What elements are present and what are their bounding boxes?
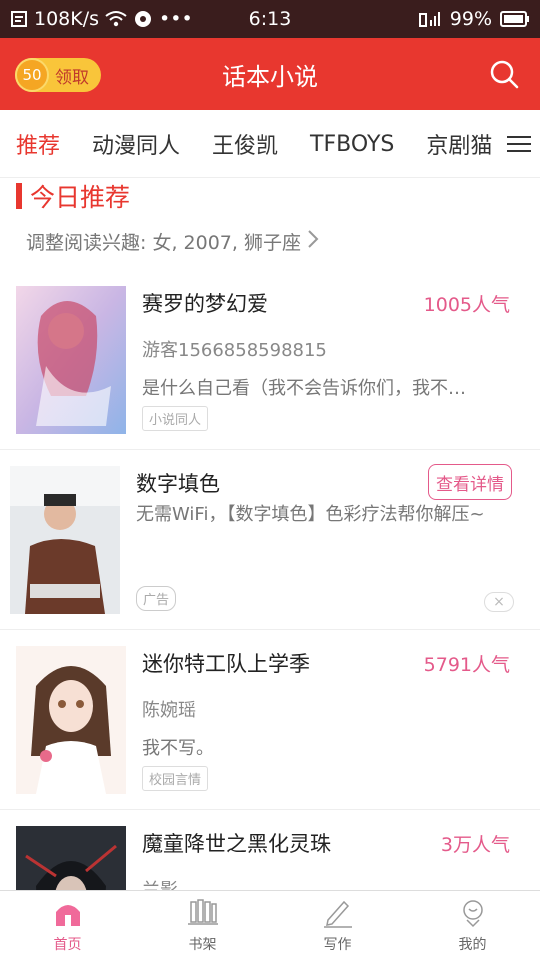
ad-item[interactable]: 数字填色 查看详情 无需WiFi，【数字填色】色彩疗法帮你解压~ 广告 ×: [0, 450, 540, 630]
list-item[interactable]: 赛罗的梦幻爱 1005人气 游客1566858598815 是什么自己看（我不会…: [0, 270, 540, 450]
more-dots: •••: [159, 8, 193, 30]
status-bar: 108K/s ••• 6:13 99%: [0, 0, 540, 38]
category-tag: 小说同人: [142, 406, 209, 431]
tab-anime-fanfic[interactable]: 动漫同人: [92, 128, 180, 160]
book-description: 是什么自己看（我不会告诉你们，我不…: [142, 378, 466, 399]
page-title: 话本小说: [222, 62, 318, 91]
bottom-navigation: 首页 书架 写作 我的: [0, 890, 540, 960]
notification-icon: [10, 10, 28, 28]
author-name: 陈婉瑶: [142, 700, 196, 721]
nav-bookshelf[interactable]: 书架: [135, 891, 270, 960]
popularity-count: 1005人气: [423, 294, 510, 316]
nav-write[interactable]: 写作: [270, 891, 405, 960]
bookshelf-icon: [187, 898, 219, 932]
nav-bookshelf-label: 书架: [188, 936, 217, 953]
book-cover-image: [16, 646, 126, 794]
wifi-icon: [105, 10, 127, 28]
home-icon: [53, 898, 83, 932]
ad-title: 数字填色: [136, 472, 220, 496]
nav-home-label: 首页: [53, 936, 82, 953]
nav-write-label: 写作: [323, 936, 352, 953]
reading-preferences-link[interactable]: 调整阅读兴趣: 女, 2007, 狮子座: [26, 228, 319, 255]
search-icon[interactable]: [488, 58, 520, 90]
list-item[interactable]: 迷你特工队上学季 5791人气 陈婉瑶 我不写。 校园言情: [0, 630, 540, 810]
section-accent-bar: [16, 183, 22, 209]
ad-description: 无需WiFi，【数字填色】色彩疗法帮你解压~: [136, 504, 485, 525]
author-name: 游客1566858598815: [142, 340, 327, 361]
nav-profile[interactable]: 我的: [405, 891, 540, 960]
close-icon[interactable]: ×: [484, 592, 514, 612]
book-cover-image: [16, 826, 126, 890]
preferences-text: 调整阅读兴趣: 女, 2007, 狮子座: [26, 232, 301, 254]
tab-wang-junkai[interactable]: 王俊凯: [212, 128, 278, 160]
pen-icon: [322, 898, 354, 932]
book-title: 魔童降世之黑化灵珠: [142, 832, 331, 856]
battery-level: 99%: [449, 8, 492, 30]
book-cover-image: [16, 286, 126, 434]
tabs-menu-icon[interactable]: [498, 110, 540, 177]
popularity-count: 3万人气: [440, 834, 510, 856]
profile-icon: [458, 898, 488, 932]
chevron-right-icon: [307, 229, 319, 254]
section-header: 今日推荐: [16, 178, 130, 214]
category-tag: 校园言情: [142, 766, 209, 791]
network-speed: 108K/s: [34, 8, 100, 30]
tab-recommend[interactable]: 推荐: [16, 128, 60, 160]
section-title: 今日推荐: [30, 183, 131, 212]
author-name: 兰影: [142, 876, 178, 890]
book-title: 赛罗的梦幻爱: [142, 292, 268, 316]
list-item[interactable]: 魔童降世之黑化灵珠 3万人气 兰影: [0, 810, 540, 890]
nav-profile-label: 我的: [458, 936, 487, 953]
view-details-button[interactable]: 查看详情: [428, 464, 512, 500]
ad-badge: 广告: [136, 586, 177, 611]
recommendation-list: 赛罗的梦幻爱 1005人气 游客1566858598815 是什么自己看（我不会…: [0, 270, 540, 890]
category-tabs: 推荐 动漫同人 王俊凯 TFBOYS 京剧猫: [0, 110, 540, 178]
sync-icon: [133, 9, 153, 29]
book-description: 我不写。: [142, 738, 214, 759]
book-title: 迷你特工队上学季: [142, 652, 310, 676]
nav-home[interactable]: 首页: [0, 891, 135, 960]
tab-jingju-cat[interactable]: 京剧猫: [426, 128, 492, 160]
battery-icon: [500, 10, 530, 28]
tab-tfboys[interactable]: TFBOYS: [310, 132, 394, 157]
ad-image: [10, 466, 120, 614]
app-header: 50 领取 话本小说: [0, 38, 540, 110]
signal-icon: [418, 10, 442, 28]
popularity-count: 5791人气: [423, 654, 510, 676]
